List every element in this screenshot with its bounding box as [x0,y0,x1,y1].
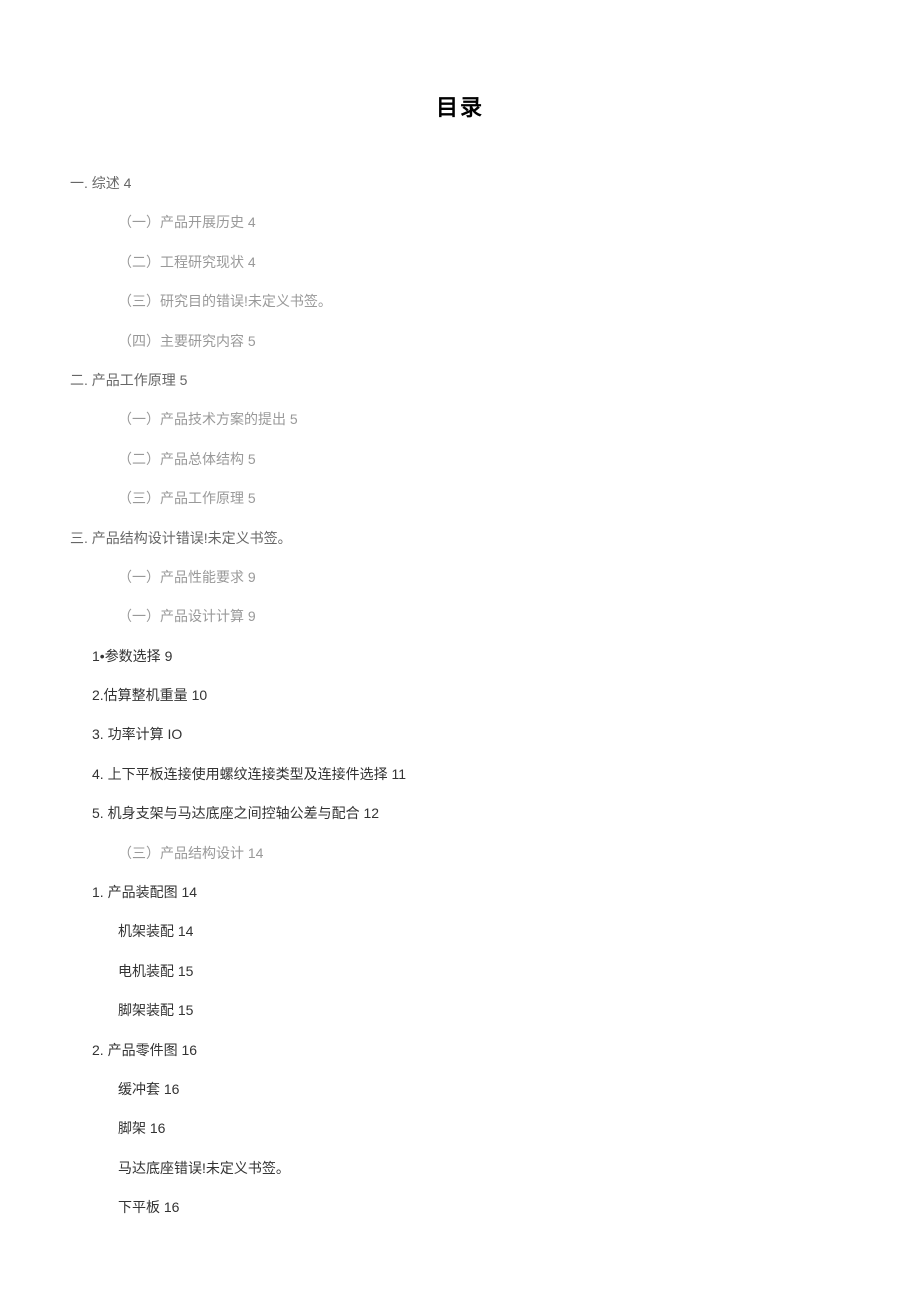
page-title: 目录 [70,90,850,122]
toc-sub-item: 马达底座错误!未定义书签。 [118,1157,850,1179]
toc-item: （四）主要研究内容 5 [118,330,850,352]
toc-item: （一）产品设计计算 9 [118,605,850,627]
toc-sub-item: 脚架 16 [118,1117,850,1139]
toc-numbered-item: 5. 机身支架与马达底座之间控轴公差与配合 12 [92,802,850,824]
toc-sub-item: 脚架装配 15 [118,999,850,1021]
toc-numbered-item: 3. 功率计算 IO [92,723,850,745]
toc-item: （三）研究目的错误!未定义书签。 [118,290,850,312]
toc-item: （一）产品开展历史 4 [118,211,850,233]
toc-numbered-item: 4. 上下平板连接使用螺纹连接类型及连接件选择 11 [92,763,850,785]
toc-sub-item: 缓冲套 16 [118,1078,850,1100]
toc-item: （三）产品工作原理 5 [118,487,850,509]
toc-item: （一）产品技术方案的提出 5 [118,408,850,430]
toc-section-3: 三. 产品结构设计错误!未定义书签。 [70,527,850,549]
toc-sub-heading: 1. 产品装配图 14 [92,881,850,903]
toc-numbered-item: 1•参数选择 9 [92,645,850,667]
toc-sub-heading: 2. 产品零件图 16 [92,1039,850,1061]
toc-item: （二）工程研究现状 4 [118,251,850,273]
toc-sub-item: 下平板 16 [118,1196,850,1218]
toc-numbered-item: 2.估算整机重量 10 [92,684,850,706]
toc-item: （三）产品结构设计 14 [118,842,850,864]
toc-item: （一）产品性能要求 9 [118,566,850,588]
toc-section-1: 一. 综述 4 [70,172,850,194]
toc-section-2: 二. 产品工作原理 5 [70,369,850,391]
toc-item: （二）产品总体结构 5 [118,448,850,470]
toc-sub-item: 机架装配 14 [118,920,850,942]
toc-sub-item: 电机装配 15 [118,960,850,982]
